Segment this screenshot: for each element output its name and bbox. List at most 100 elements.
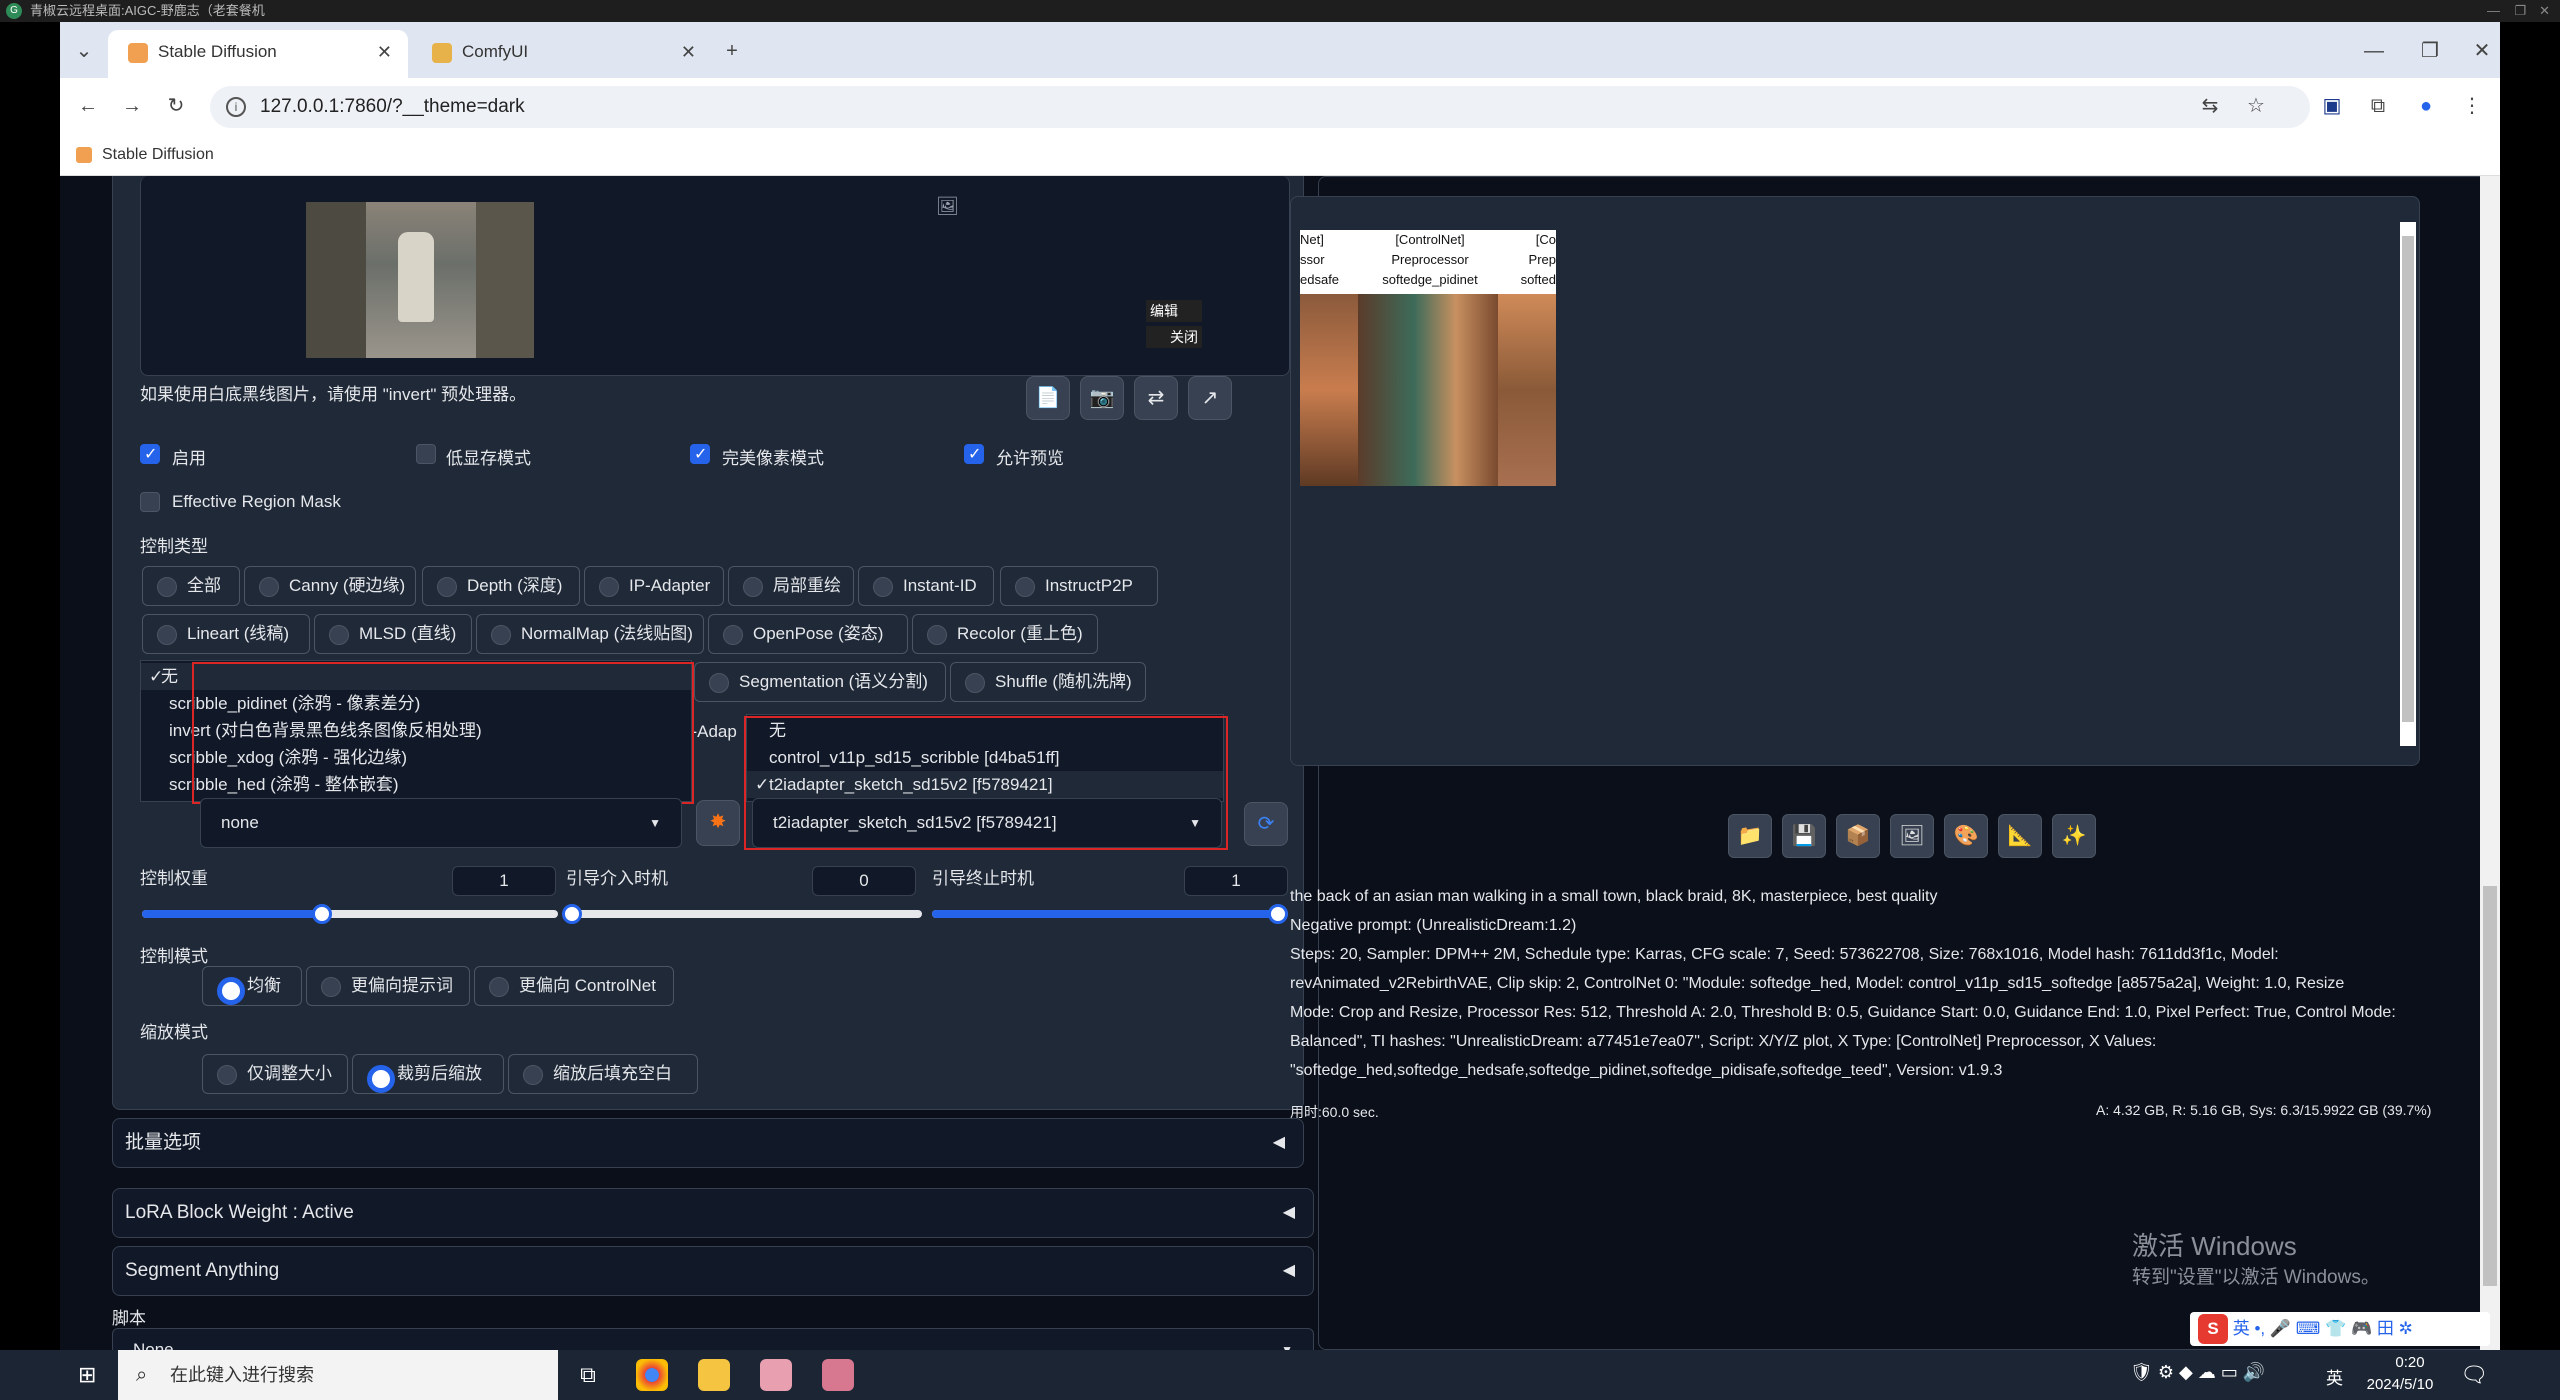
guidance-start-input[interactable]: 0 [812, 866, 916, 896]
close-icon[interactable]: ✕ [2539, 0, 2550, 22]
guidance-end-slider-knob[interactable] [1268, 904, 1288, 924]
bookmark-stable-diffusion[interactable]: Stable Diffusion [102, 146, 214, 163]
camera-icon[interactable]: 📷 [1080, 376, 1124, 420]
gallery-scrollbar-thumb[interactable] [2402, 236, 2414, 722]
preprocessor-select[interactable]: none ▼ [200, 798, 682, 848]
type-instant-id-radio[interactable]: Instant-ID [858, 566, 994, 606]
type-depth-radio[interactable]: Depth (深度) [422, 566, 580, 606]
run-preprocessor-icon[interactable]: ✸ [696, 800, 740, 846]
app-taskbar-icon[interactable] [760, 1359, 792, 1391]
ime-item[interactable]: •, [2254, 1319, 2265, 1338]
guidance-end-input[interactable]: 1 [1184, 866, 1288, 896]
send-to-img2img-icon[interactable]: 🖼 [1890, 814, 1934, 858]
notification-icon[interactable]: 🗨 [2460, 1362, 2488, 1388]
guidance-end-slider[interactable] [932, 904, 1288, 924]
type-instructp2p-radio[interactable]: InstructP2P [1000, 566, 1158, 606]
chrome-taskbar-icon[interactable] [636, 1359, 668, 1391]
site-info-icon[interactable]: i [226, 97, 246, 117]
mode-prompt-radio[interactable]: 更偏向提示词 [306, 966, 470, 1006]
back-icon[interactable]: ← [68, 91, 108, 121]
segment-anything-accordion[interactable]: Segment Anything ◀ [112, 1246, 1314, 1296]
enable-checkbox[interactable] [140, 444, 160, 464]
tab-close-icon[interactable]: ✕ [377, 30, 392, 74]
profile-avatar-icon[interactable]: ● [2406, 91, 2446, 121]
task-view-icon[interactable]: ⧉ [572, 1359, 604, 1391]
low-vram-checkbox[interactable] [416, 444, 436, 464]
ime-keyboard-icon[interactable]: ⌨ [2296, 1319, 2321, 1338]
ime-skin-icon[interactable]: 👕 [2325, 1319, 2346, 1338]
guidance-start-slider[interactable] [562, 904, 922, 924]
ime-settings-icon[interactable]: ✲ [2399, 1319, 2413, 1338]
restore-icon[interactable]: ❐ [2514, 0, 2526, 22]
new-tab-plus-icon[interactable]: + [712, 36, 752, 66]
file-explorer-icon[interactable] [698, 1359, 730, 1391]
clock-time[interactable]: 0:20 [2370, 1354, 2450, 1371]
type-mlsd-radio[interactable]: MLSD (直线) [314, 614, 472, 654]
zip-icon[interactable]: 📦 [1836, 814, 1880, 858]
system-tray-icons[interactable]: 🛡 ⚙ ◆ ☁ ▭ 🔊 [2130, 1362, 2350, 1383]
ime-indicator[interactable]: 英 [2326, 1364, 2343, 1389]
minimize-icon[interactable]: — [2487, 0, 2500, 22]
reload-icon[interactable]: ↻ [156, 91, 196, 121]
send-to-extras-icon[interactable]: 📐 [1998, 814, 2042, 858]
type-inpaint-radio[interactable]: 局部重绘 [728, 566, 854, 606]
app-taskbar-icon[interactable] [822, 1359, 854, 1391]
window-close-icon[interactable]: ✕ [2466, 36, 2498, 66]
type-segmentation-radio[interactable]: Segmentation (语义分割) [694, 662, 946, 702]
translate-icon[interactable]: ⇆ [2190, 91, 2230, 121]
ime-grid-icon[interactable]: 田 [2377, 1319, 2394, 1338]
page-scrollbar[interactable] [2480, 176, 2500, 1350]
resize-just-resize-radio[interactable]: 仅调整大小 [202, 1054, 348, 1094]
tab-stable-diffusion[interactable]: Stable Diffusion ✕ [108, 30, 408, 78]
bookmark-star-icon[interactable]: ☆ [2236, 91, 2276, 121]
windows-start-icon[interactable]: ⊞ [78, 1363, 102, 1387]
type-all-radio[interactable]: 全部 [142, 566, 240, 606]
batch-options-accordion[interactable]: 批量选项 ◀ [112, 1118, 1304, 1168]
tab-search-chevron-icon[interactable]: ⌄ [64, 36, 104, 66]
weight-input[interactable]: 1 [452, 866, 556, 896]
type-shuffle-radio[interactable]: Shuffle (随机洗牌) [950, 662, 1146, 702]
url-input[interactable]: i 127.0.0.1:7860/?__theme=dark [210, 86, 2310, 128]
ime-game-icon[interactable]: 🎮 [2351, 1319, 2372, 1338]
type-canny-radio[interactable]: Canny (硬边缘) [244, 566, 416, 606]
forward-icon[interactable]: → [112, 91, 152, 121]
sogou-logo-icon[interactable]: S [2198, 1314, 2228, 1344]
resize-fill-radio[interactable]: 缩放后填充空白 [508, 1054, 698, 1094]
extension-p-icon[interactable]: ▣ [2312, 91, 2352, 121]
new-canvas-icon[interactable]: 📄 [1026, 376, 1070, 420]
swap-icon[interactable]: ⇄ [1134, 376, 1178, 420]
send-dimensions-icon[interactable]: ↗ [1188, 376, 1232, 420]
gallery-scrollbar[interactable] [2400, 222, 2416, 746]
save-icon[interactable]: 💾 [1782, 814, 1826, 858]
close-button[interactable]: 关闭 [1146, 326, 1202, 348]
taskbar-search-input[interactable]: ⌕ 在此键入进行搜索 [118, 1350, 558, 1400]
weight-slider-knob[interactable] [312, 904, 332, 924]
mode-controlnet-radio[interactable]: 更偏向 ControlNet [474, 966, 674, 1006]
ime-item[interactable]: 英 [2233, 1319, 2250, 1338]
weight-slider[interactable] [142, 904, 558, 924]
window-restore-icon[interactable]: ❐ [2410, 36, 2450, 66]
type-openpose-radio[interactable]: OpenPose (姿态) [708, 614, 908, 654]
clock-date[interactable]: 2024/5/10 [2350, 1376, 2450, 1393]
script-select[interactable]: None ▼ [112, 1328, 1314, 1350]
resize-crop-radio[interactable]: 裁剪后缩放 [352, 1054, 504, 1094]
lora-block-weight-accordion[interactable]: LoRA Block Weight : Active ◀ [112, 1188, 1314, 1238]
tab-close-icon[interactable]: ✕ [681, 30, 696, 74]
sparkle-icon[interactable]: ✨ [2052, 814, 2096, 858]
refresh-models-icon[interactable]: ⟳ [1244, 802, 1288, 846]
guidance-start-slider-knob[interactable] [562, 904, 582, 924]
type-ip-adapter-radio[interactable]: IP-Adapter [584, 566, 724, 606]
pixel-perfect-checkbox[interactable] [690, 444, 710, 464]
send-to-inpaint-icon[interactable]: 🎨 [1944, 814, 1988, 858]
type-normalmap-radio[interactable]: NormalMap (法线贴图) [476, 614, 704, 654]
xyz-grid-image[interactable]: Net] ssor edsafe [ControlNet] Preprocess… [1300, 230, 1556, 486]
type-recolor-radio[interactable]: Recolor (重上色) [912, 614, 1098, 654]
effective-region-mask-checkbox[interactable] [140, 492, 160, 512]
edit-button[interactable]: 编辑 [1146, 300, 1202, 322]
window-minimize-icon[interactable]: — [2354, 36, 2394, 66]
extensions-puzzle-icon[interactable]: ⧉ [2358, 91, 2398, 121]
ime-microphone-icon[interactable]: 🎤 [2270, 1319, 2291, 1338]
type-lineart-radio[interactable]: Lineart (线稿) [142, 614, 310, 654]
allow-preview-checkbox[interactable] [964, 444, 984, 464]
menu-kebab-icon[interactable]: ⋮ [2452, 91, 2492, 121]
